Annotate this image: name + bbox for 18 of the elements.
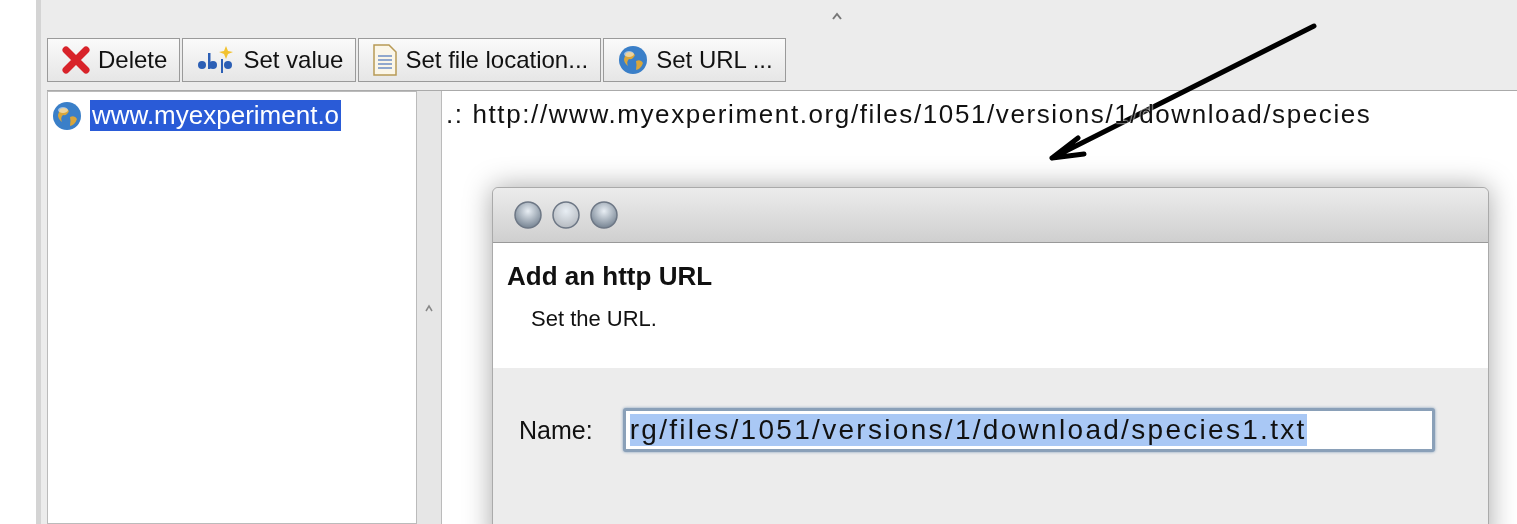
window-button-icon[interactable] (513, 200, 543, 230)
name-field[interactable]: rg/files/1051/versions/1/download/species1.txt (622, 408, 1435, 452)
cross-icon (62, 46, 90, 74)
toolbar-button[interactable]: Set value (182, 38, 357, 82)
window-button-icon[interactable] (589, 200, 619, 230)
field-label: Name: (519, 415, 593, 445)
tree-item[interactable]: www.myexperiment.o (90, 100, 342, 131)
toolbar-button[interactable]: Set file location... (358, 38, 602, 82)
globe-icon (52, 100, 82, 131)
globe-icon (618, 45, 649, 75)
toolbar-button[interactable]: Set URL ... (603, 38, 786, 82)
dialog-heading: Add an http URL (507, 261, 713, 292)
toolbar-button[interactable]: Delete (47, 38, 181, 82)
window-button-icon[interactable] (551, 200, 581, 230)
document-icon (373, 44, 398, 76)
caret-icon[interactable] (425, 303, 433, 312)
caret-icon[interactable] (832, 12, 842, 20)
dialog-subheading: Set the URL. (531, 306, 657, 332)
